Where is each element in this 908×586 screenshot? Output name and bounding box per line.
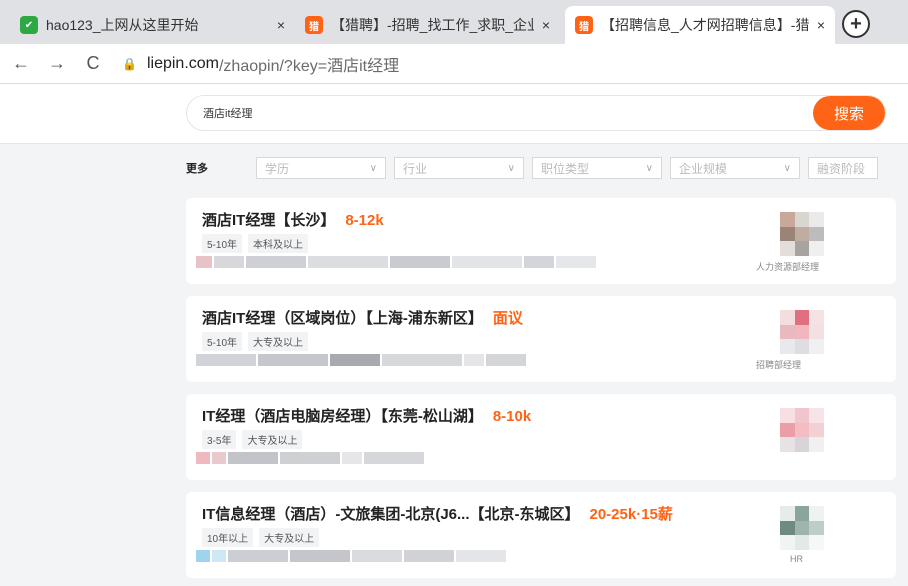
liepin-icon: 猎: [305, 16, 323, 34]
recruiter-avatar[interactable]: [780, 408, 824, 452]
lock-icon: 🔒: [122, 56, 137, 71]
job-salary: 8-10k: [492, 408, 532, 425]
job-card[interactable]: IT经理（酒店电脑房经理）【东莞-松山湖】 8-10k 3-5年 大专及以上: [186, 394, 896, 480]
recruiter-avatar[interactable]: [780, 212, 824, 256]
blurred-company-info: [196, 256, 598, 268]
recruiter-avatar[interactable]: [780, 506, 824, 550]
experience-tag: 3-5年: [202, 430, 237, 449]
job-tags: 10年以上 大专及以上: [202, 528, 325, 547]
tab-title: hao123_上网从这里开始: [46, 17, 199, 33]
url-field[interactable]: 🔒 liepin.com /zhaopin/?key=酒店it经理: [122, 52, 399, 76]
search-input[interactable]: 酒店it经理 搜索: [186, 95, 886, 131]
search-button[interactable]: 搜索: [813, 96, 885, 130]
job-card[interactable]: IT信息经理（酒店）-文旅集团-北京(J6...【北京-东城区】 20-25k·1…: [186, 492, 896, 578]
chevron-down-icon: ∨: [507, 162, 515, 174]
recruiter-title: 人力资源部经理: [756, 262, 820, 272]
job-title[interactable]: IT经理（酒店电脑房经理）【东莞-松山湖】 8-10k: [202, 405, 531, 426]
experience-tag: 5-10年: [202, 332, 243, 351]
hao123-icon: ✔: [20, 16, 38, 34]
experience-tag: 10年以上: [202, 528, 254, 547]
job-title-text: 酒店IT经理（区域岗位）【上海-浦东新区】: [202, 310, 483, 327]
job-title[interactable]: IT信息经理（酒店）-文旅集团-北京(J6...【北京-东城区】 20-25k·1…: [202, 503, 673, 524]
tab-title: 【猎聘】-招聘_找工作_求职_企业: [331, 17, 534, 33]
education-tag: 大专及以上: [242, 430, 303, 449]
filter-funding-stage[interactable]: 融资阶段: [808, 157, 878, 179]
job-salary: 20-25k·15薪: [589, 506, 673, 523]
filter-label: 融资阶段: [817, 161, 866, 176]
filter-label: 企业规模: [679, 161, 728, 176]
url-host: liepin.com: [146, 54, 219, 72]
blurred-company-info: [196, 452, 426, 464]
chevron-down-icon: ∨: [783, 162, 791, 174]
search-query: 酒店it经理: [203, 108, 253, 120]
liepin-icon: 猎: [575, 16, 593, 34]
blurred-company-info: [196, 354, 528, 366]
browser-tab-bar: ✔ hao123_上网从这里开始 × 猎 【猎聘】-招聘_找工作_求职_企业 ×…: [0, 0, 908, 44]
close-icon[interactable]: ×: [277, 17, 285, 33]
education-tag: 本科及以上: [248, 234, 309, 253]
chevron-down-icon: ∨: [369, 162, 377, 174]
filter-label: 学历: [265, 161, 290, 176]
forward-button[interactable]: →: [42, 53, 72, 74]
experience-tag: 5-10年: [202, 234, 243, 253]
recruiter-avatar[interactable]: [780, 310, 824, 354]
address-bar: ← → C 🔒 liepin.com /zhaopin/?key=酒店it经理: [0, 44, 908, 84]
recruiter-title: 招聘部经理: [756, 360, 802, 370]
filter-company-size[interactable]: 企业规模 ∨: [670, 157, 800, 179]
blurred-company-info: [196, 550, 508, 562]
filter-industry[interactable]: 行业 ∨: [394, 157, 524, 179]
browser-tab-active[interactable]: 猎 【招聘信息_人才网招聘信息】-猎 ×: [565, 6, 835, 44]
job-title[interactable]: 酒店IT经理【长沙】 8-12k: [202, 209, 384, 230]
browser-tab-liepin[interactable]: 猎 【猎聘】-招聘_找工作_求职_企业 ×: [295, 6, 560, 44]
more-filters-label[interactable]: 更多: [186, 160, 256, 176]
browser-tab-hao123[interactable]: ✔ hao123_上网从这里开始 ×: [10, 6, 295, 44]
education-tag: 大专及以上: [259, 528, 320, 547]
search-header: 酒店it经理 搜索: [0, 84, 908, 144]
filter-label: 职位类型: [541, 161, 590, 176]
job-title[interactable]: 酒店IT经理（区域岗位）【上海-浦东新区】 面议: [202, 307, 523, 328]
filter-job-type[interactable]: 职位类型 ∨: [532, 157, 662, 179]
tab-title: 【招聘信息_人才网招聘信息】-猎: [601, 17, 809, 33]
filter-label: 行业: [403, 161, 428, 176]
job-salary: 8-12k: [345, 212, 384, 229]
new-tab-button[interactable]: +: [842, 10, 870, 38]
back-button[interactable]: ←: [6, 53, 36, 74]
job-tags: 3-5年 大专及以上: [202, 430, 308, 449]
reload-button[interactable]: C: [78, 53, 108, 74]
chevron-down-icon: ∨: [645, 162, 653, 174]
job-tags: 5-10年 大专及以上: [202, 332, 314, 351]
job-title-text: IT信息经理（酒店）-文旅集团-北京(J6...【北京-东城区】: [202, 506, 580, 523]
filter-education[interactable]: 学历 ∨: [256, 157, 386, 179]
job-card[interactable]: 酒店IT经理【长沙】 8-12k 5-10年 本科及以上 人力资源部经理: [186, 198, 896, 284]
job-title-text: 酒店IT经理【长沙】: [202, 212, 336, 229]
url-path: /zhaopin/?key=酒店it经理: [218, 57, 400, 75]
job-salary: 面议: [492, 310, 523, 327]
close-icon[interactable]: ×: [542, 17, 550, 33]
education-tag: 大专及以上: [248, 332, 309, 351]
close-icon[interactable]: ×: [817, 17, 825, 33]
job-card[interactable]: 酒店IT经理（区域岗位）【上海-浦东新区】 面议 5-10年 大专及以上 招聘部经…: [186, 296, 896, 382]
recruiter-title: HR: [790, 554, 803, 564]
filter-bar: 更多 学历 ∨ 行业 ∨ 职位类型 ∨ 企业规模 ∨ 融资阶段: [186, 156, 908, 180]
job-tags: 5-10年 本科及以上: [202, 234, 314, 253]
job-title-text: IT经理（酒店电脑房经理）【东莞-松山湖】: [202, 408, 483, 425]
